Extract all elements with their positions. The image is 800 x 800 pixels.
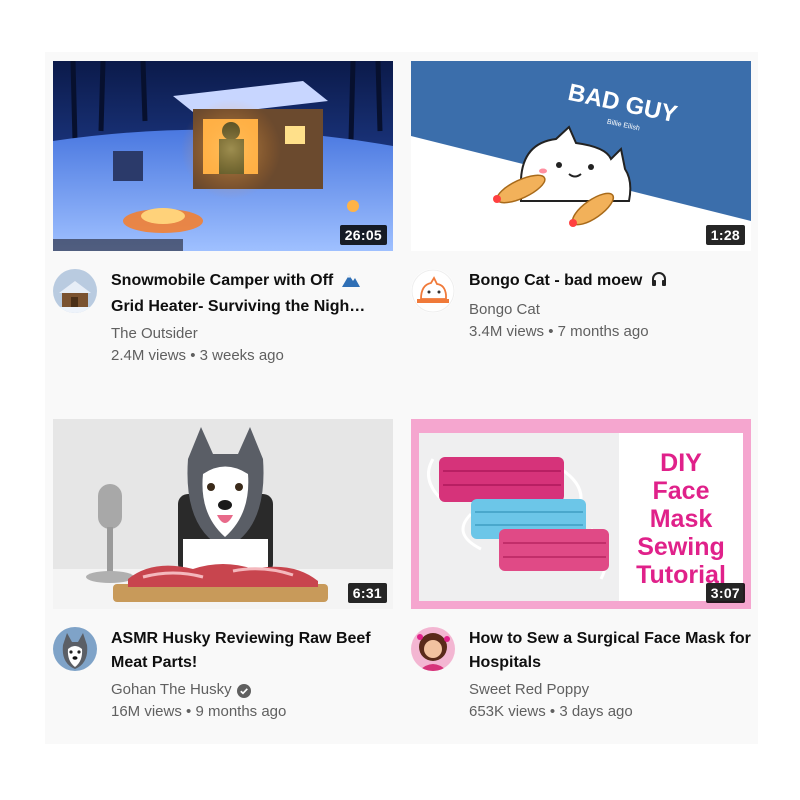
- channel-avatar[interactable]: [411, 627, 455, 671]
- video-info: ASMR Husky Reviewing Raw Beef Meat Parts…: [111, 627, 393, 723]
- video-stats: 653K views • 3 days ago: [469, 701, 751, 723]
- view-count: 3.4M views: [469, 323, 545, 340]
- stats-separator: •: [549, 703, 556, 720]
- stats-separator: •: [186, 703, 192, 720]
- video-duration: 6:31: [347, 583, 387, 603]
- video-duration: 3:07: [705, 583, 745, 603]
- video-card[interactable]: 6:31 ASMR Husky Reviewing Raw Beef Meat …: [53, 419, 393, 737]
- upload-age: 3 days ago: [559, 703, 633, 720]
- video-thumbnail[interactable]: DIY Face Mask Sewing Tutorial 3:07: [411, 419, 751, 609]
- video-duration: 26:05: [339, 225, 387, 245]
- video-stats: 16M views • 9 months ago: [111, 701, 393, 723]
- husky-thumbnail-image: [53, 419, 393, 609]
- bongo-cat-avatar-image: [411, 269, 455, 313]
- video-meta: How to Sew a Surgical Face Mask for Hosp…: [411, 627, 751, 737]
- video-thumbnail[interactable]: BAD GUY Billie Eilish 1:28: [411, 61, 751, 251]
- video-info: Bongo Cat - bad moew Bongo Cat 3.4M view…: [469, 269, 751, 343]
- video-title[interactable]: ASMR Husky Reviewing Raw Beef Meat Parts…: [111, 627, 393, 675]
- video-title[interactable]: How to Sew a Surgical Face Mask for Hosp…: [469, 627, 751, 675]
- face-mask-thumbnail-image: DIY Face Mask Sewing Tutorial: [411, 419, 751, 609]
- video-meta: ASMR Husky Reviewing Raw Beef Meat Parts…: [53, 627, 393, 737]
- channel-name[interactable]: Sweet Red Poppy: [469, 679, 751, 701]
- video-title-line1: Snowmobile Camper with Off: [111, 272, 334, 289]
- channel-name[interactable]: Bongo Cat: [469, 299, 751, 321]
- video-card[interactable]: BAD GUY Billie Eilish 1:28 Bongo Cat - b…: [411, 61, 751, 379]
- channel-name[interactable]: The Outsider: [111, 323, 393, 345]
- camper-thumbnail-image: [53, 61, 393, 251]
- video-thumbnail[interactable]: 6:31: [53, 419, 393, 609]
- headphones-icon: [651, 271, 667, 295]
- verified-badge-icon: [236, 683, 251, 698]
- video-stats: 2.4M views • 3 weeks ago: [111, 345, 393, 367]
- video-meta: Snowmobile Camper with Off Grid Heater- …: [53, 269, 393, 379]
- video-info: How to Sew a Surgical Face Mask for Hosp…: [469, 627, 751, 723]
- view-count: 653K views: [469, 703, 546, 720]
- video-title-line2: Grid Heater- Surviving the Nigh…: [111, 298, 366, 315]
- channel-avatar[interactable]: [53, 269, 97, 313]
- stats-separator: •: [190, 347, 196, 364]
- video-title-text: Bongo Cat - bad moew: [469, 272, 643, 289]
- video-card[interactable]: 26:05 Snowmobile Camper with Off Grid He…: [53, 61, 393, 379]
- thumb-text-sewing: Sewing: [637, 533, 725, 561]
- video-title[interactable]: Bongo Cat - bad moew: [469, 269, 751, 295]
- bongo-cat-thumbnail-image: BAD GUY Billie Eilish: [411, 61, 751, 251]
- video-stats: 3.4M views • 7 months ago: [469, 321, 751, 343]
- channel-name[interactable]: Gohan The Husky: [111, 679, 232, 701]
- view-count: 16M views: [111, 703, 182, 720]
- stats-separator: •: [548, 323, 554, 340]
- thumb-text-mask: Mask: [650, 505, 713, 533]
- video-duration: 1:28: [705, 225, 745, 245]
- video-info: Snowmobile Camper with Off Grid Heater- …: [111, 269, 393, 367]
- video-meta: Bongo Cat - bad moew Bongo Cat 3.4M view…: [411, 269, 751, 379]
- view-count: 2.4M views: [111, 347, 187, 364]
- cabin-avatar-image: [53, 269, 97, 313]
- thumb-text-face: Face: [653, 477, 710, 505]
- channel-avatar[interactable]: [411, 269, 455, 313]
- video-thumbnail[interactable]: 26:05: [53, 61, 393, 251]
- upload-age: 7 months ago: [557, 323, 649, 340]
- upload-age: 9 months ago: [195, 703, 287, 720]
- thumb-text-diy: DIY: [660, 449, 702, 477]
- video-title[interactable]: Snowmobile Camper with Off Grid Heater- …: [111, 269, 393, 319]
- channel-row[interactable]: Gohan The Husky: [111, 679, 393, 701]
- sweet-red-poppy-avatar-image: [411, 627, 455, 671]
- mountain-icon: [341, 271, 360, 295]
- video-grid: 26:05 Snowmobile Camper with Off Grid He…: [45, 52, 758, 744]
- upload-age: 3 weeks ago: [199, 347, 284, 364]
- husky-avatar-image: [53, 627, 97, 671]
- channel-avatar[interactable]: [53, 627, 97, 671]
- video-card[interactable]: DIY Face Mask Sewing Tutorial 3:07 How t…: [411, 419, 751, 737]
